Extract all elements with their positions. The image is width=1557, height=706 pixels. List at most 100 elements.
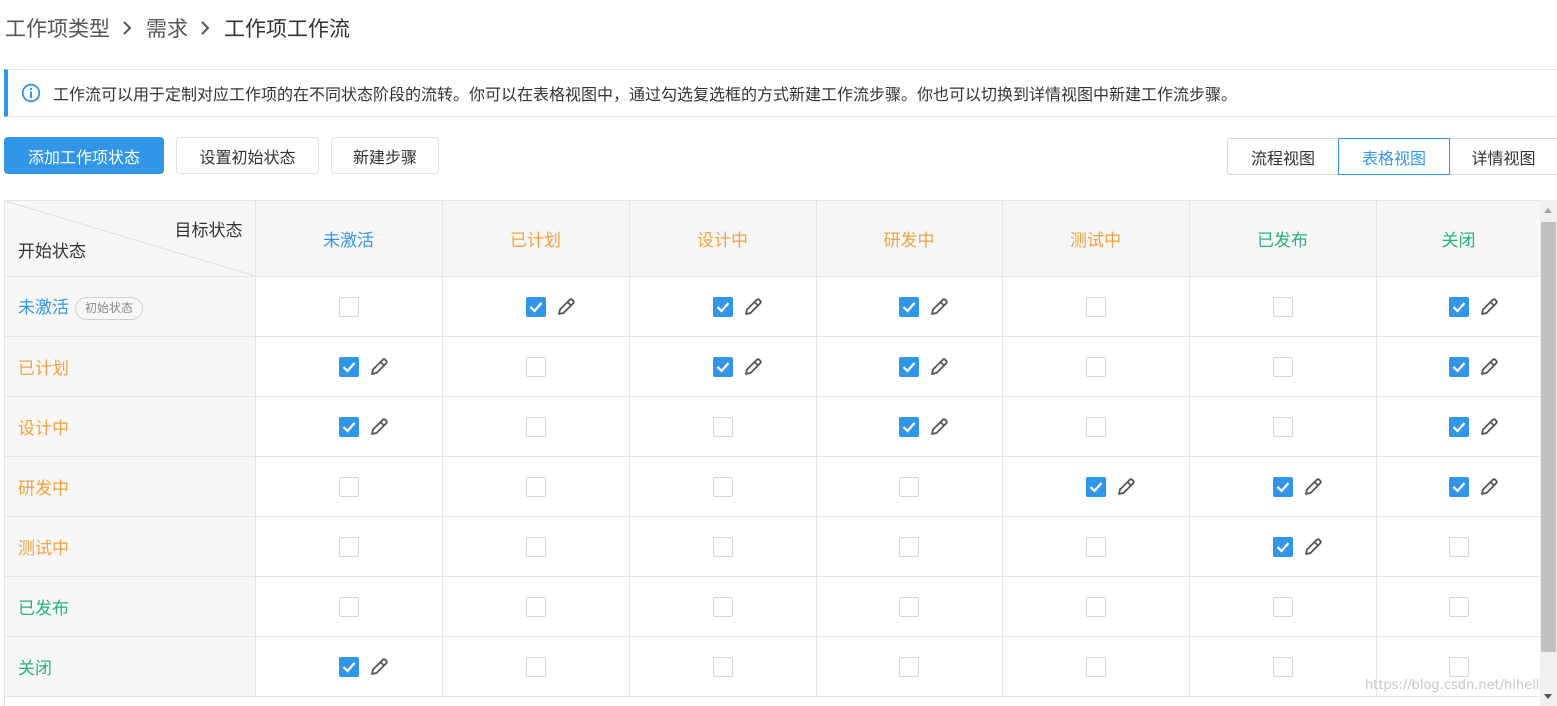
transition-checkbox[interactable]	[525, 296, 546, 317]
pencil-edit-icon[interactable]	[742, 296, 764, 318]
pencil-edit-icon[interactable]	[555, 296, 577, 318]
transition-checkbox[interactable]	[1448, 296, 1469, 317]
add-state-button[interactable]: 添加工作项状态	[4, 137, 164, 174]
transition-checkbox[interactable]	[1085, 296, 1106, 317]
transition-cell	[1376, 576, 1540, 637]
transition-checkbox[interactable]	[1272, 296, 1293, 317]
transition-cell	[629, 336, 817, 397]
scrollbar-thumb[interactable]	[1541, 222, 1556, 652]
transition-checkbox[interactable]	[1085, 416, 1106, 437]
transition-checkbox[interactable]	[1448, 356, 1469, 377]
breadcrumb-work-item-types[interactable]: 工作项类型	[5, 13, 110, 43]
transition-checkbox[interactable]	[899, 296, 919, 317]
vertical-scrollbar[interactable]	[1540, 200, 1557, 706]
transition-checkbox[interactable]	[899, 356, 919, 377]
target-state-label: 目标状态	[174, 221, 243, 241]
tab-detail-view[interactable]: 详情视图	[1449, 138, 1557, 175]
tab-flow-view[interactable]: 流程视图	[1227, 138, 1339, 175]
transition-checkbox[interactable]	[712, 536, 733, 557]
scroll-down-arrow-icon[interactable]	[1544, 694, 1552, 699]
transition-cell	[255, 276, 443, 337]
chevron-right-icon	[200, 21, 210, 35]
set-initial-state-button[interactable]: 设置初始状态	[176, 137, 319, 174]
pencil-edit-icon[interactable]	[1302, 476, 1324, 498]
transition-checkbox[interactable]	[712, 476, 733, 497]
transition-checkbox[interactable]	[1272, 476, 1293, 497]
transition-checkbox[interactable]	[1448, 416, 1469, 437]
transition-checkbox[interactable]	[1448, 536, 1469, 557]
transition-checkbox[interactable]	[1448, 596, 1469, 617]
transition-checkbox[interactable]	[1448, 656, 1469, 677]
transition-checkbox[interactable]	[1085, 356, 1106, 377]
transition-checkbox[interactable]	[338, 416, 359, 437]
transition-cell	[1376, 336, 1540, 397]
transition-checkbox[interactable]	[1272, 596, 1293, 617]
transition-checkbox[interactable]	[899, 656, 919, 677]
transition-cell	[255, 336, 443, 397]
transition-checkbox[interactable]	[525, 596, 546, 617]
transition-checkbox[interactable]	[338, 596, 359, 617]
transition-checkbox[interactable]	[1085, 536, 1106, 557]
pencil-edit-icon[interactable]	[1478, 296, 1500, 318]
transition-cell	[1189, 636, 1377, 697]
table-row: 测试中	[5, 516, 1540, 577]
transition-checkbox[interactable]	[712, 296, 733, 317]
transition-cell	[442, 636, 630, 697]
transition-cell	[255, 516, 443, 577]
scroll-up-arrow-icon[interactable]	[1544, 208, 1552, 213]
transition-checkbox[interactable]	[525, 356, 546, 377]
new-step-button[interactable]: 新建步骤	[331, 137, 439, 174]
pencil-edit-icon[interactable]	[1115, 476, 1137, 498]
transition-checkbox[interactable]	[712, 596, 733, 617]
source-state-label: 开始状态	[18, 242, 86, 262]
workflow-table: 目标状态 开始状态 未激活 已计划 设计中 研发中 测试中 已发布 关闭 未激活 初始状态 已计…	[5, 201, 1540, 697]
transition-checkbox[interactable]	[525, 476, 546, 497]
transition-checkbox[interactable]	[338, 476, 359, 497]
chevron-right-icon	[122, 21, 132, 35]
transition-checkbox[interactable]	[712, 416, 733, 437]
transition-cell	[1189, 576, 1377, 637]
pencil-edit-icon[interactable]	[1478, 416, 1500, 438]
transition-checkbox[interactable]	[338, 536, 359, 557]
breadcrumb-requirement[interactable]: 需求	[146, 13, 188, 43]
pencil-edit-icon[interactable]	[1302, 536, 1324, 558]
pencil-edit-icon[interactable]	[928, 296, 950, 318]
row-header: 未激活 初始状态	[5, 276, 256, 337]
tab-table-view[interactable]: 表格视图	[1338, 138, 1450, 175]
transition-checkbox[interactable]	[525, 656, 546, 677]
transition-checkbox[interactable]	[899, 416, 919, 437]
transition-checkbox[interactable]	[525, 416, 546, 437]
transition-checkbox[interactable]	[899, 476, 919, 497]
transition-checkbox[interactable]	[1272, 416, 1293, 437]
pencil-edit-icon[interactable]	[928, 416, 950, 438]
transition-cell	[255, 636, 443, 697]
transition-cell	[629, 456, 817, 517]
transition-cell	[816, 396, 1003, 457]
transition-checkbox[interactable]	[1272, 536, 1293, 557]
transition-checkbox[interactable]	[712, 356, 733, 377]
transition-checkbox[interactable]	[712, 656, 733, 677]
pencil-edit-icon[interactable]	[368, 356, 390, 378]
info-circle-icon	[21, 83, 41, 103]
transition-cell	[1189, 276, 1377, 337]
transition-checkbox[interactable]	[1272, 356, 1293, 377]
pencil-edit-icon[interactable]	[1478, 476, 1500, 498]
transition-checkbox[interactable]	[1085, 476, 1106, 497]
transition-checkbox[interactable]	[1085, 596, 1106, 617]
pencil-edit-icon[interactable]	[928, 356, 950, 378]
transition-checkbox[interactable]	[899, 596, 919, 617]
transition-cell	[442, 336, 630, 397]
pencil-edit-icon[interactable]	[368, 416, 390, 438]
transition-checkbox[interactable]	[899, 536, 919, 557]
transition-checkbox[interactable]	[1448, 476, 1469, 497]
transition-checkbox[interactable]	[338, 356, 359, 377]
transition-cell	[816, 516, 1003, 577]
transition-checkbox[interactable]	[525, 536, 546, 557]
pencil-edit-icon[interactable]	[368, 656, 390, 678]
transition-checkbox[interactable]	[1272, 656, 1293, 677]
pencil-edit-icon[interactable]	[742, 356, 764, 378]
transition-checkbox[interactable]	[338, 656, 359, 677]
pencil-edit-icon[interactable]	[1478, 356, 1500, 378]
transition-checkbox[interactable]	[338, 296, 359, 317]
transition-checkbox[interactable]	[1085, 656, 1106, 677]
